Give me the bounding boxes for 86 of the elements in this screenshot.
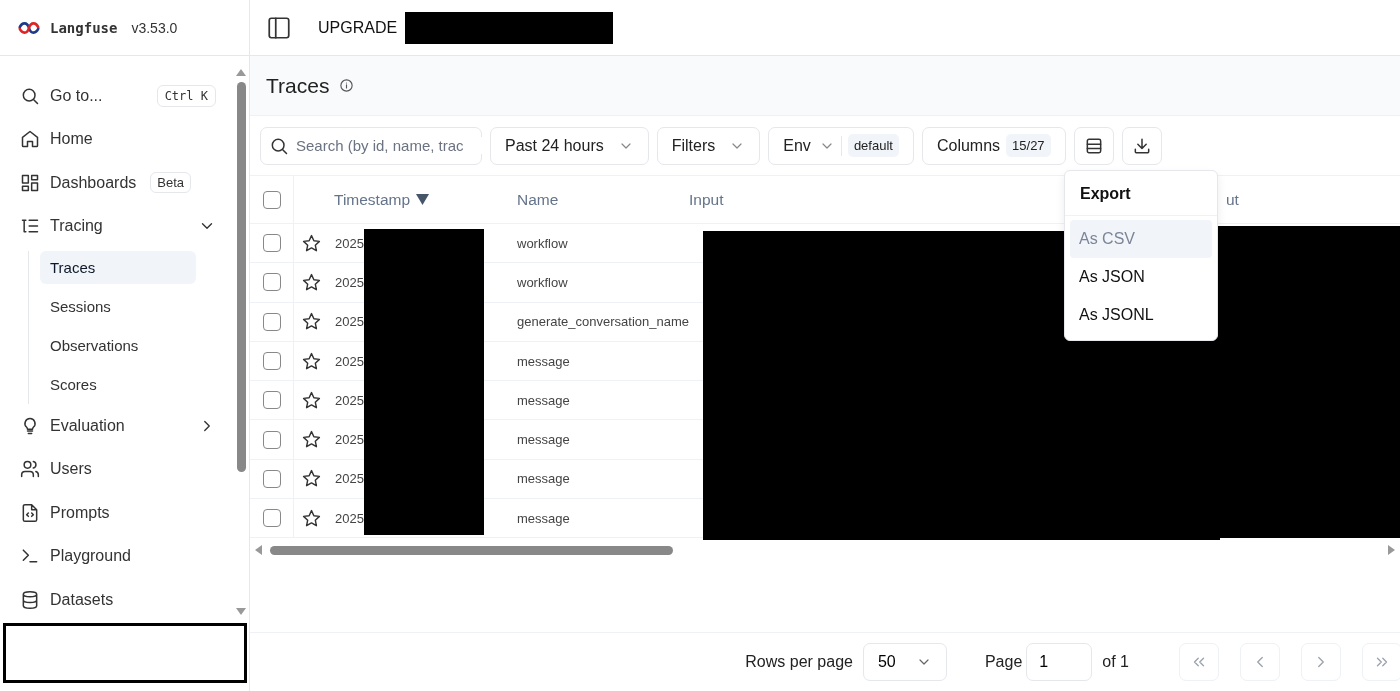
- dashboard-grid-icon: [20, 172, 40, 193]
- nav-subitem[interactable]: Sessions: [40, 287, 196, 326]
- menu-title: Export: [1079, 184, 1132, 204]
- version-label: v3.53.0: [131, 19, 178, 36]
- column-count-badge: 15/27: [1006, 134, 1051, 157]
- nav-item[interactable]: Dashboards Beta: [12, 161, 224, 205]
- star-icon[interactable]: [302, 233, 321, 253]
- nav-item[interactable]: Prompts: [12, 491, 224, 535]
- rows-per-page-label: Rows per page: [745, 653, 853, 671]
- info-icon[interactable]: [339, 78, 355, 93]
- row-checkbox[interactable]: [262, 509, 281, 528]
- star-icon[interactable]: [302, 312, 321, 332]
- star-icon[interactable]: [302, 430, 321, 450]
- table-cell: 2025: [335, 392, 364, 408]
- page-input[interactable]: 1: [1026, 643, 1093, 681]
- star-icon[interactable]: [302, 469, 321, 489]
- table-cell: 2025: [335, 353, 364, 369]
- nav-item[interactable]: Datasets: [12, 578, 224, 622]
- table-cell: message: [517, 432, 570, 448]
- table-cell: message: [517, 353, 570, 369]
- search-field[interactable]: Search (by id, name, trac: [260, 126, 482, 165]
- row-checkbox[interactable]: [262, 234, 281, 253]
- scroll-left-arrow-icon[interactable]: [254, 545, 262, 556]
- go-to-item[interactable]: Go to... Ctrl K: [12, 74, 224, 118]
- users-icon: [20, 459, 40, 480]
- column-header[interactable]: ut: [1226, 190, 1239, 209]
- column-header[interactable]: Name: [517, 190, 559, 209]
- sidebar-toggle-icon[interactable]: [266, 14, 292, 41]
- table-cell: message: [517, 510, 570, 526]
- nav-subitem[interactable]: Observations: [40, 326, 196, 365]
- row-checkbox[interactable]: [262, 273, 281, 292]
- nav-item[interactable]: Playground: [12, 534, 224, 578]
- row-checkbox[interactable]: [262, 430, 281, 449]
- table-cell: 2025: [335, 314, 364, 330]
- column-header[interactable]: Timestamp: [334, 190, 411, 209]
- nav-item[interactable]: Home: [12, 117, 224, 161]
- scroll-down-arrow-icon[interactable]: [236, 608, 246, 616]
- rows-per-page-dropdown[interactable]: 50: [862, 643, 947, 681]
- star-icon[interactable]: [302, 508, 321, 528]
- row-checkbox[interactable]: [262, 312, 281, 331]
- column-header[interactable]: Input: [689, 190, 724, 209]
- row-height-button[interactable]: [1073, 126, 1114, 165]
- page-total: of 1: [1102, 653, 1129, 671]
- table-cell: message: [517, 392, 570, 408]
- table-cell: 2025: [335, 235, 364, 251]
- table-cell: generate_conversation_name: [517, 314, 689, 330]
- menu-item[interactable]: As JSON: [1070, 258, 1212, 296]
- menu-item[interactable]: As JSONL: [1070, 296, 1212, 334]
- nav-item[interactable]: Evaluation: [12, 404, 224, 448]
- home-icon: [20, 129, 40, 150]
- shortcut-hint: Ctrl K: [156, 84, 216, 107]
- app-name: Langfuse: [50, 19, 118, 36]
- page-label: Page: [984, 653, 1023, 671]
- table-cell: 2025: [335, 471, 364, 487]
- upgrade-link[interactable]: UPGRADE: [318, 18, 398, 37]
- download-button[interactable]: [1121, 126, 1162, 165]
- table-cell: workflow: [517, 235, 568, 251]
- logo-icon: [18, 20, 40, 35]
- star-icon[interactable]: [302, 351, 321, 371]
- document-icon: [20, 502, 40, 523]
- select-all-checkbox[interactable]: [262, 190, 281, 209]
- environment-tag: default: [847, 134, 899, 157]
- table-cell: message: [517, 471, 570, 487]
- page-title: Traces: [266, 73, 330, 98]
- row-checkbox[interactable]: [262, 469, 281, 488]
- nav-subitem[interactable]: Traces: [40, 251, 196, 284]
- table-cell: 2025: [335, 274, 364, 290]
- star-icon[interactable]: [302, 272, 321, 292]
- nav-item[interactable]: Users: [12, 447, 224, 491]
- database-icon: [20, 589, 40, 610]
- table-cell: workflow: [517, 274, 568, 290]
- filters-button[interactable]: Filters: [656, 126, 761, 165]
- nav-item[interactable]: Tracing: [12, 204, 224, 248]
- row-checkbox[interactable]: [262, 391, 281, 410]
- scroll-up-arrow-icon[interactable]: [236, 68, 246, 76]
- scroll-right-arrow-icon[interactable]: [1388, 545, 1396, 556]
- beta-badge: Beta: [150, 172, 191, 194]
- table-cell: 2025: [335, 510, 364, 526]
- environment-dropdown[interactable]: Env: [783, 136, 835, 155]
- row-checkbox[interactable]: [262, 352, 281, 371]
- nav-subitem[interactable]: Scores: [40, 365, 196, 404]
- time-range-dropdown[interactable]: Past 24 hours: [490, 126, 649, 165]
- star-icon[interactable]: [302, 390, 321, 410]
- table-cell: 2025: [335, 432, 364, 448]
- columns-button[interactable]: Columns: [936, 136, 1001, 155]
- sort-descending-icon[interactable]: [416, 194, 430, 205]
